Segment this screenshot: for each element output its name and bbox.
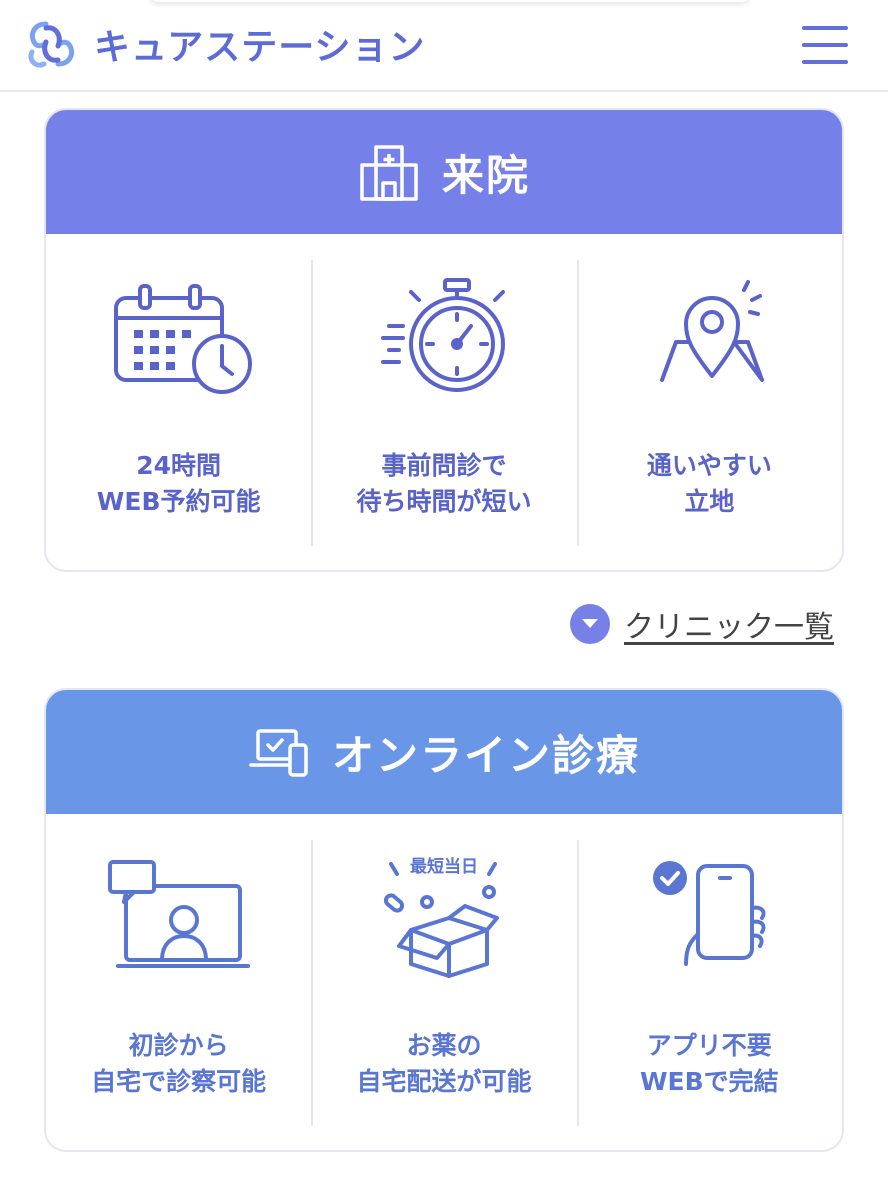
feature-web-reservation: 24時間 WEB予約可能 (46, 234, 311, 570)
online-card-title: オンライン診療 (331, 730, 640, 780)
header-top-shadow (150, 0, 750, 2)
visit-card: 来院 24時間 WEB予約可能 事前問診で 待ち時間が短い 通いやすい 立地 (44, 108, 844, 572)
calendar-clock-icon (113, 284, 252, 394)
feature-line: 事前問診で (381, 451, 507, 480)
feature-line: WEB予約可能 (96, 487, 261, 516)
site-logo[interactable]: キュアステーション (24, 16, 426, 72)
feature-short-wait: 事前問診で 待ち時間が短い (311, 234, 576, 570)
feature-line: WEBで完結 (639, 1067, 779, 1096)
feature-text: 事前問診で 待ち時間が短い (356, 448, 531, 520)
feature-line: 立地 (684, 487, 735, 516)
feature-line: 自宅で診察可能 (91, 1067, 267, 1096)
feature-location: 通いやすい 立地 (576, 234, 842, 570)
feature-text: 通いやすい 立地 (647, 448, 772, 520)
feature-line: 通いやすい (646, 451, 772, 480)
visit-features: 24時間 WEB予約可能 事前問診で 待ち時間が短い 通いやすい 立地 (46, 234, 842, 570)
feature-text: 初診から 自宅で診察可能 (91, 1028, 266, 1100)
menu-bar-icon (802, 26, 848, 30)
map-pin-icon (660, 280, 765, 382)
online-card-header: オンライン診療 (46, 690, 842, 814)
feature-line: 自宅配送が可能 (356, 1067, 532, 1096)
menu-bar-icon (802, 43, 848, 47)
logo-text: キュアステーション (94, 27, 426, 68)
clinic-list-link[interactable]: クリニック一覧 (570, 602, 834, 646)
box-caption: 最短当日 (410, 856, 478, 877)
logo-mark-icon (28, 21, 74, 68)
feature-line: 24時間 (136, 451, 222, 480)
chevron-down-icon (570, 604, 610, 644)
stopwatch-icon (380, 278, 505, 392)
smartphone-check-icon (653, 861, 766, 966)
laptop-phone-icon (249, 729, 308, 777)
online-features: 初診から 自宅で診察可能 最短当日 お薬の 自宅配送が可能 アプリ不要 WEBで… (46, 814, 842, 1150)
feature-line: 待ち時間が短い (356, 487, 532, 516)
visit-card-header: 来院 (46, 110, 842, 234)
video-consultation-icon (107, 860, 250, 968)
hamburger-menu-button[interactable] (802, 24, 850, 66)
feature-text: 24時間 WEB予約可能 (97, 448, 261, 520)
clinic-list-link-text: クリニック一覧 (624, 610, 834, 645)
feature-line: 初診から (128, 1031, 229, 1060)
delivery-box-icon: 最短当日 (383, 856, 499, 978)
feature-no-app: アプリ不要 WEBで完結 (576, 814, 842, 1150)
feature-medicine-delivery: 最短当日 お薬の 自宅配送が可能 (311, 814, 576, 1150)
online-card: オンライン診療 初診から 自宅で診察可能 最短当日 お薬の 自宅配送が可能 アプ… (44, 688, 844, 1152)
feature-line: アプリ不要 (646, 1031, 772, 1060)
hospital-icon (360, 145, 418, 201)
feature-line: お薬の (406, 1031, 482, 1060)
feature-text: アプリ不要 WEBで完結 (640, 1028, 779, 1100)
feature-first-visit-online: 初診から 自宅で診察可能 (46, 814, 311, 1150)
site-header: キュアステーション (0, 0, 888, 92)
feature-text: お薬の 自宅配送が可能 (356, 1028, 531, 1100)
menu-bar-icon (802, 60, 848, 64)
visit-card-title: 来院 (441, 150, 530, 200)
